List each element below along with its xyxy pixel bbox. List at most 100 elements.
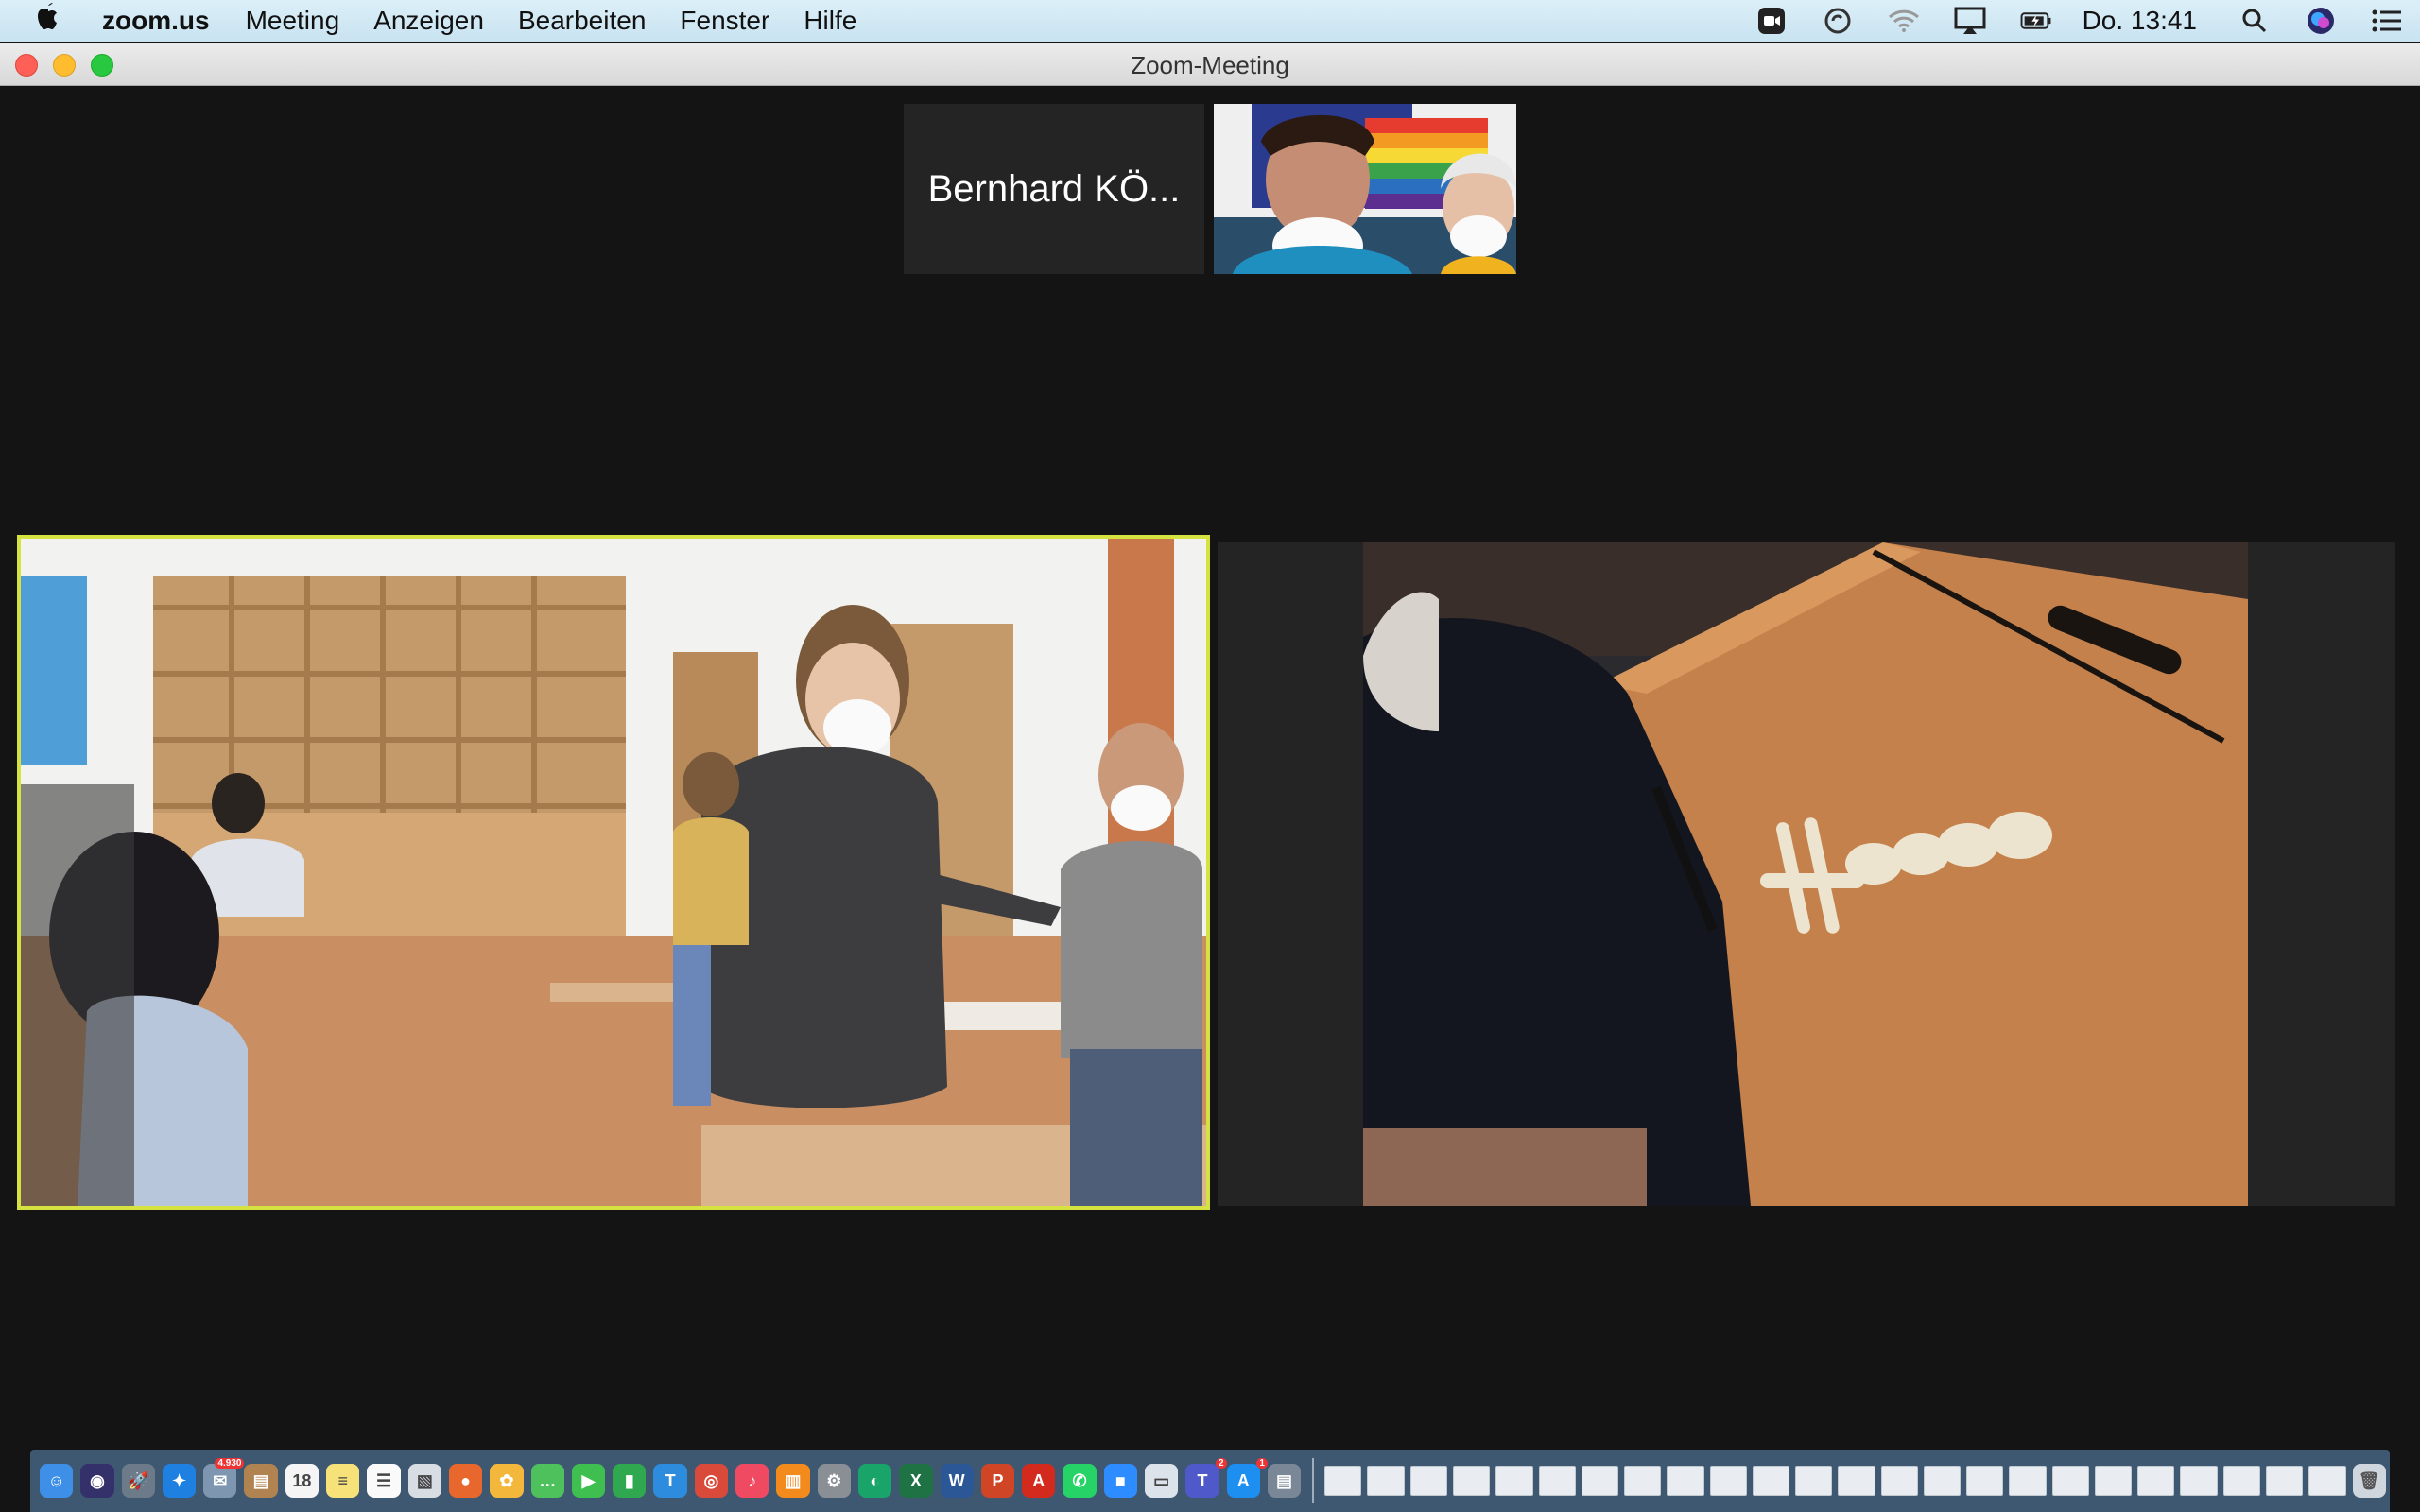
menu-meeting[interactable]: Meeting (246, 6, 340, 36)
minimized-window-thumbnail[interactable] (2308, 1466, 2346, 1496)
minimized-window-thumbnail[interactable] (2222, 1466, 2261, 1496)
dock-badge: 2 (1216, 1458, 1227, 1469)
app-name-menu[interactable]: zoom.us (102, 6, 210, 36)
dock-app-glyph: ♪ (748, 1470, 757, 1490)
photos-icon[interactable]: ✿ (490, 1464, 524, 1498)
scanner-icon[interactable]: ▤ (1267, 1464, 1302, 1498)
dock-app-glyph: A (1236, 1470, 1250, 1490)
dock-app-glyph: W (948, 1470, 965, 1490)
dock-app-glyph: T (1197, 1470, 1208, 1490)
contacts-icon[interactable]: ▤ (244, 1464, 278, 1498)
minimized-window-thumbnail[interactable] (1966, 1466, 2004, 1496)
participant-video-thumbnail[interactable] (1214, 104, 1516, 274)
menu-anzeigen[interactable]: Anzeigen (373, 6, 484, 36)
dock-app-glyph: ▮ (624, 1470, 634, 1490)
menu-bearbeiten[interactable]: Bearbeiten (518, 6, 646, 36)
word-icon[interactable]: W (940, 1464, 974, 1498)
minimized-window-thumbnail[interactable] (2180, 1466, 2218, 1496)
firefox-icon[interactable]: ● (448, 1464, 483, 1498)
window-title: Zoom-Meeting (1131, 51, 1289, 79)
menubar-clock[interactable]: Do. 13:41 (2083, 6, 2197, 36)
siri-status-icon[interactable] (2305, 5, 2337, 37)
trash-icon[interactable]: 🗑 (2352, 1464, 2386, 1498)
dock-app-glyph: ✉ (213, 1470, 228, 1490)
dock-app-glyph: X (909, 1470, 922, 1490)
facetime-icon[interactable]: ▶ (571, 1464, 606, 1498)
minimized-window-thumbnail[interactable] (1880, 1466, 1918, 1496)
dock-app-glyph: ▤ (252, 1470, 269, 1490)
dock: ☺ ◉ 🚀 ✦ ✉ 4.930 ▤ 18 ≡ ☰ ▧ ● ✿… ▶ ▮ T ◎ ♪ ▥ ⚙ ◐ X W P A ✆ ■ ▭ T 2 A 1 ▤ 🗑 (30, 1450, 2390, 1512)
chrome-icon[interactable]: ◎ (694, 1464, 729, 1498)
minimized-window-thumbnail[interactable] (1709, 1466, 1747, 1496)
mail-icon[interactable]: ✉ 4.930 (203, 1458, 245, 1498)
dock-badge: 1 (1256, 1458, 1268, 1469)
minimized-window-thumbnail[interactable] (1838, 1466, 1876, 1496)
minimized-window-thumbnail[interactable] (2137, 1466, 2175, 1496)
window-titlebar: Zoom-Meeting (0, 43, 2420, 86)
dock-badge: 4.930 (215, 1458, 245, 1469)
preview-icon[interactable]: ▧ (407, 1464, 441, 1498)
active-speaker-video[interactable] (17, 535, 1210, 1210)
app-store-icon[interactable]: A1 (1226, 1458, 1268, 1498)
classroom-video-image (21, 539, 1206, 1206)
whatsapp-icon[interactable]: ✆ (1063, 1464, 1097, 1498)
minimized-window-thumbnail[interactable] (1538, 1466, 1576, 1496)
browser-icon[interactable]: ◐ (857, 1464, 892, 1498)
music-icon[interactable]: ♪ (735, 1464, 769, 1498)
powerpoint-icon[interactable]: P (980, 1464, 1015, 1498)
dock-app-glyph: ▶ (581, 1470, 596, 1490)
participant-tile-name-only[interactable]: Bernhard KÖ... (904, 104, 1204, 274)
airplay-icon[interactable] (1954, 5, 1986, 37)
menu-fenster[interactable]: Fenster (680, 6, 769, 36)
battery-icon[interactable] (2020, 5, 2052, 37)
system-preferences-icon[interactable]: ⚙ (817, 1464, 851, 1498)
sync-icon[interactable] (1822, 5, 1854, 37)
dock-app-glyph: 18 (292, 1470, 312, 1490)
minimized-window-thumbnail[interactable] (2009, 1466, 2047, 1496)
participant-video-main[interactable] (1363, 542, 2248, 1206)
acrobat-icon[interactable]: A (1022, 1464, 1056, 1498)
minimized-window-thumbnail[interactable] (1667, 1466, 1704, 1496)
minimized-window-thumbnail[interactable] (1624, 1466, 1662, 1496)
dock-app-glyph: ▤ (1276, 1470, 1293, 1490)
control-center-icon[interactable] (2371, 5, 2403, 37)
minimized-window-thumbnail[interactable] (1452, 1466, 1491, 1496)
minimized-window-thumbnail[interactable] (1752, 1466, 1790, 1496)
launchpad-icon[interactable]: 🚀 (121, 1464, 155, 1498)
spotlight-search-icon[interactable] (2238, 5, 2271, 37)
participant-name: Bernhard KÖ... (927, 167, 1181, 210)
dock-app-glyph: ✿ (499, 1470, 514, 1490)
dock-app-glyph: ◎ (703, 1470, 719, 1490)
zoom-icon[interactable]: ■ (1103, 1464, 1138, 1498)
menu-hilfe[interactable]: Hilfe (804, 6, 856, 36)
minimized-window-thumbnail[interactable] (1367, 1466, 1405, 1496)
minimized-window-thumbnail[interactable] (1923, 1466, 1962, 1496)
minimized-window-thumbnail[interactable] (2266, 1466, 2304, 1496)
excel-icon[interactable]: X (899, 1464, 933, 1498)
finder-icon[interactable]: ☺ (40, 1464, 74, 1498)
minimized-window-thumbnail[interactable] (1324, 1466, 1362, 1496)
notes-icon[interactable]: ≡ (326, 1464, 360, 1498)
keynote-icon[interactable]: T (653, 1464, 687, 1498)
minimized-window-thumbnail[interactable] (1795, 1466, 1833, 1496)
apple-icon[interactable] (34, 1, 72, 41)
calendar-icon[interactable]: 18 (285, 1464, 320, 1498)
zoom-status-icon[interactable] (1755, 5, 1788, 37)
messages-icon[interactable]: … (530, 1464, 564, 1498)
dock-app-glyph: P (992, 1470, 1004, 1490)
safari-icon[interactable]: ✦ (162, 1464, 197, 1498)
minimized-window-thumbnail[interactable] (1495, 1466, 1533, 1496)
dock-app-glyph: ✦ (171, 1470, 187, 1490)
reminders-icon[interactable]: ☰ (367, 1464, 401, 1498)
wifi-icon[interactable] (1888, 5, 1920, 37)
preview-stack-icon[interactable]: ▭ (1145, 1464, 1179, 1498)
dock-app-glyph: A (1032, 1470, 1046, 1490)
minimized-window-thumbnail[interactable] (1409, 1466, 1447, 1496)
minimized-window-thumbnail[interactable] (2094, 1466, 2133, 1496)
minimized-window-thumbnail[interactable] (1581, 1466, 1619, 1496)
books-icon[interactable]: ▥ (776, 1464, 810, 1498)
minimized-window-thumbnail[interactable] (2051, 1466, 2089, 1496)
numbers-icon[interactable]: ▮ (613, 1464, 647, 1498)
siri-icon[interactable]: ◉ (80, 1464, 114, 1498)
teams-icon[interactable]: T2 (1185, 1458, 1227, 1498)
